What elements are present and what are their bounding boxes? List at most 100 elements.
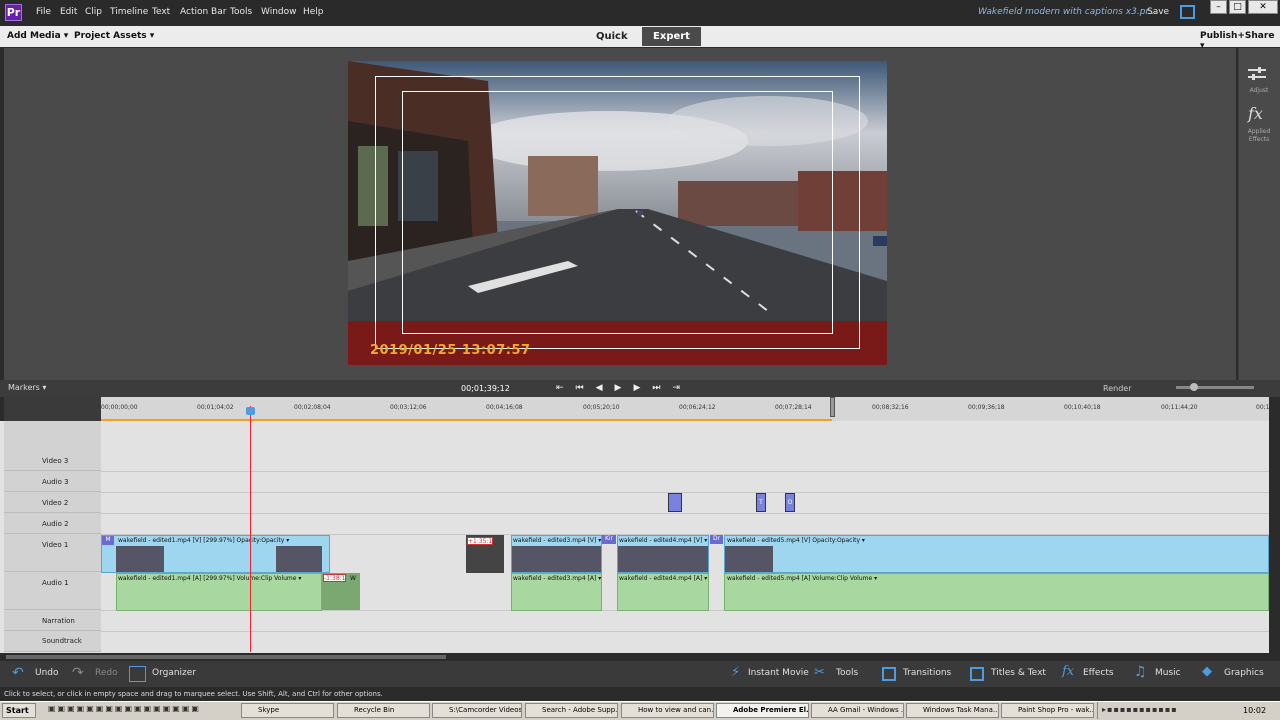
add-media-button[interactable]: Add Media ▾ [7, 31, 68, 41]
ruler-tick: 00;06;24;12 [679, 404, 716, 411]
taskbar-item-task-manager[interactable]: Windows Task Mana... [906, 703, 999, 718]
track-divider [101, 513, 1269, 514]
save-button[interactable]: Save [1147, 7, 1169, 17]
video-datestamp: 2019/01/25 13:07:57 [370, 343, 531, 358]
clip-name: wakefield - edited4.mp4 [V] ▾ [619, 537, 708, 544]
status-text: Click to select, or click in empty space… [4, 690, 383, 698]
right-panel [1238, 48, 1280, 380]
taskbar-item-search[interactable]: Search - Adobe Supp... [525, 703, 618, 718]
video2-clip[interactable]: O [785, 493, 795, 512]
ruler-tick: 00;09;36;18 [968, 404, 1005, 411]
taskbar-item-skype[interactable]: Skype [241, 703, 334, 718]
taskbar-item-premiere[interactable]: Adobe Premiere El... [716, 703, 809, 718]
redo-button[interactable]: Redo [95, 668, 118, 678]
ruler-tick: 00;01;04;02 [197, 404, 234, 411]
taskbar-item-recycle-bin[interactable]: Recycle Bin [337, 703, 430, 718]
titles-icon[interactable] [970, 667, 984, 681]
applied-effects-label-1: Applied [1247, 128, 1271, 135]
start-button[interactable]: Start [2, 703, 36, 718]
zoom-slider-handle[interactable] [1190, 383, 1198, 391]
clip-name: wakefield - edited1.mp4 [V] [299.97%] Op… [118, 537, 290, 544]
expert-mode-button[interactable]: Expert [642, 27, 701, 46]
zoom-slider[interactable] [1176, 386, 1254, 389]
menu-help[interactable]: Help [303, 7, 324, 17]
work-area-end-handle[interactable] [830, 397, 835, 417]
menu-text[interactable]: Text [152, 7, 170, 17]
video2-clip[interactable] [668, 493, 682, 512]
clip-thumbnail [618, 546, 708, 572]
gap-badge: -1:38:1 [323, 574, 346, 582]
effects-icon[interactable]: fx [1062, 664, 1074, 679]
clip-name: wakefield - edited1.mp4 [A] [299.97%] Vo… [118, 575, 302, 582]
menu-file[interactable]: File [36, 7, 51, 17]
menu-tools[interactable]: Tools [230, 7, 252, 17]
scrollbar-thumb[interactable] [6, 655, 446, 659]
clip-marker: Dr [710, 535, 723, 544]
track-divider [101, 631, 1269, 632]
playhead-handle[interactable] [246, 407, 255, 415]
playback-controls[interactable]: ⇤⏮◀▶▶⏭⇥ [556, 383, 692, 393]
maximize-button[interactable]: □ [1229, 0, 1246, 14]
playhead[interactable] [250, 406, 251, 652]
taskbar-item-explorer[interactable]: S:\Camcorder Videos... [432, 703, 522, 718]
organizer-button[interactable]: Organizer [152, 668, 196, 678]
markers-menu[interactable]: Markers ▾ [8, 383, 46, 392]
music-button[interactable]: Music [1155, 668, 1181, 678]
tray-icons[interactable]: ▸▪▪▪▪▪▪▪▪▪▪▪ [1102, 705, 1178, 714]
instant-movie-icon[interactable]: ⚡ [731, 665, 740, 680]
menu-edit[interactable]: Edit [60, 7, 77, 17]
ruler-corner [4, 397, 101, 421]
adjust-label: Adjust [1249, 87, 1269, 94]
tools-button[interactable]: Tools [836, 668, 858, 678]
menu-window[interactable]: Window [261, 7, 297, 17]
clip-marker: M [102, 536, 114, 545]
taskbar-item-browser[interactable]: How to view and can... [621, 703, 714, 718]
graphics-button[interactable]: Graphics [1224, 668, 1264, 678]
undo-icon[interactable]: ↶ [12, 665, 24, 681]
taskbar-item-paint-shop[interactable]: Paint Shop Pro - wak... [1001, 703, 1094, 718]
menu-action-bar[interactable]: Action Bar [180, 7, 226, 17]
render-button[interactable]: Render [1103, 384, 1131, 393]
video2-clip[interactable]: T [756, 493, 766, 512]
menu-timeline[interactable]: Timeline [110, 7, 148, 17]
titles-text-button[interactable]: Titles & Text [991, 668, 1046, 678]
current-timecode[interactable]: 00;01;39;12 [461, 384, 510, 393]
instant-movie-button[interactable]: Instant Movie [748, 668, 809, 678]
organizer-icon[interactable] [129, 666, 146, 682]
transitions-icon[interactable] [882, 667, 896, 681]
clip-thumbnail [276, 546, 322, 572]
quick-mode-button[interactable]: Quick [596, 31, 628, 42]
menu-clip[interactable]: Clip [85, 7, 102, 17]
track-header-spacer [4, 421, 101, 450]
project-assets-button[interactable]: Project Assets ▾ [74, 31, 154, 41]
clip-name: wakefield - edited3.mp4 [A] ▾ [513, 575, 602, 582]
ruler-tick: 00;04;16;08 [486, 404, 523, 411]
clip-name: wakefield - edited5.mp4 [V] Opacity:Opac… [727, 537, 865, 544]
transitions-button[interactable]: Transitions [903, 668, 951, 678]
ruler-tick: 00;11;44;20 [1161, 404, 1198, 411]
applied-effects-icon[interactable]: fx [1248, 104, 1263, 123]
fullscreen-icon[interactable] [1180, 5, 1195, 19]
quick-launch-icons[interactable]: ▣▣▣▣▣▣▣▣▣▣▣▣▣▣▣▣ [48, 704, 238, 717]
taskbar-item-gmail[interactable]: AA Gmail - Windows ... [811, 703, 904, 718]
effects-button[interactable]: Effects [1083, 668, 1114, 678]
music-icon[interactable]: ♫ [1134, 664, 1147, 680]
clip-name: wakefield - edited3.mp4 [V] ▾ [513, 537, 602, 544]
track-name: Audio 3 [42, 478, 69, 486]
clip-thumbnail [725, 546, 773, 572]
ruler-tick: 00;00;00;00 [101, 404, 138, 411]
track-divider [101, 471, 1269, 472]
track-divider [101, 492, 1269, 493]
ruler-tick: 00;10;40;18 [1064, 404, 1101, 411]
minimize-button[interactable]: – [1210, 0, 1227, 14]
adjust-icon[interactable] [1247, 66, 1267, 82]
track-header-audio1[interactable] [4, 572, 101, 610]
track-name: Video 3 [42, 457, 69, 465]
graphics-icon[interactable]: ◆ [1202, 664, 1212, 679]
gap-badge: +1:35:1 [467, 537, 493, 545]
tools-icon[interactable]: ✂ [814, 665, 825, 680]
redo-icon[interactable]: ↷ [72, 665, 84, 681]
undo-button[interactable]: Undo [35, 668, 59, 678]
track-header-video1[interactable] [4, 534, 101, 572]
close-button[interactable]: ✕ [1248, 0, 1278, 14]
